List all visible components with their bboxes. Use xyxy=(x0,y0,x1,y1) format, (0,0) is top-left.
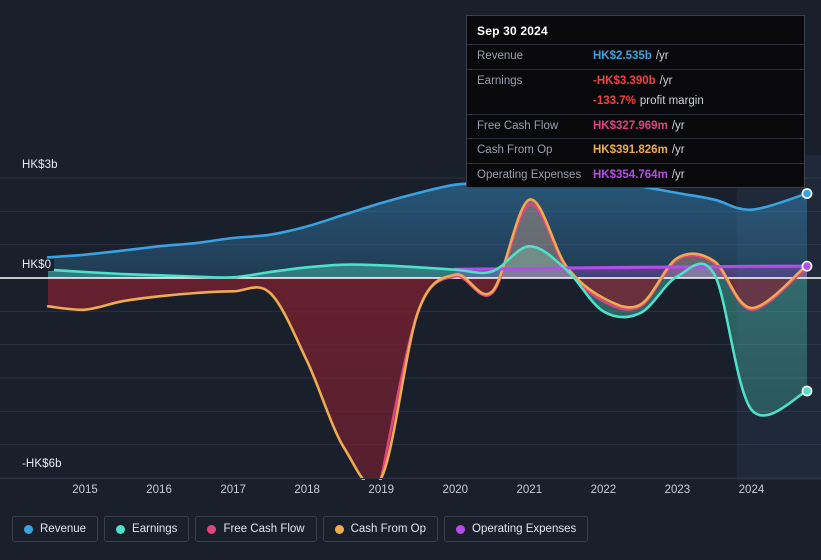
x-axis-tick: 2021 xyxy=(516,484,543,496)
legend-item-cash-from-op[interactable]: Cash From Op xyxy=(322,516,439,542)
y-axis-label-zero: HK$0 xyxy=(22,259,55,271)
tooltip-row: Earnings -HK$3.390b/yr xyxy=(467,68,804,94)
x-axis-tick: 2018 xyxy=(294,484,320,496)
legend-item-label: Operating Expenses xyxy=(472,523,577,535)
x-axis-tick: 2023 xyxy=(664,484,691,496)
tooltip-row-suffix: /yr xyxy=(671,119,685,132)
tooltip-row: -133.7% profit margin xyxy=(467,93,804,114)
x-axis-tick: 2015 xyxy=(72,484,98,496)
x-axis-tick: 2019 xyxy=(368,484,395,496)
data-tooltip: Sep 30 2024 Revenue HK$2.535b/yr Earnings -… xyxy=(466,15,805,189)
legend-item-revenue[interactable]: Revenue xyxy=(12,516,99,542)
legend-item-label: Revenue xyxy=(40,523,87,535)
legend-item-label: Cash From Op xyxy=(350,523,427,535)
tooltip-row-value: HK$327.969m xyxy=(593,119,668,132)
tooltip-row-value: -HK$3.390b xyxy=(593,74,656,87)
x-axis-tick: 2024 xyxy=(738,484,765,496)
tooltip-row-label: Cash From Op xyxy=(477,144,553,157)
earnings-end-marker xyxy=(801,385,813,397)
tooltip-row-suffix: /yr xyxy=(671,144,685,157)
tooltip-row-value: HK$354.764m xyxy=(593,168,668,181)
x-axis-tick: 2016 xyxy=(146,484,172,496)
legend-swatch-icon xyxy=(116,524,126,534)
legend-item-label: Earnings xyxy=(132,523,178,535)
tooltip-row-suffix: /yr xyxy=(659,74,673,87)
legend-swatch-icon xyxy=(334,524,344,534)
tooltip-rows: Revenue HK$2.535b/yr Earnings -HK$3.390b/yr… xyxy=(467,44,804,187)
plot-area xyxy=(0,155,821,480)
legend-swatch-icon xyxy=(24,524,33,534)
x-axis-tick: 2017 xyxy=(220,484,246,496)
tooltip-row-label: Revenue xyxy=(477,50,524,62)
tooltip-row-label: Operating Expenses xyxy=(477,168,582,181)
plot-svg xyxy=(0,155,821,480)
y-axis-label-bottom: -HK$6b xyxy=(22,458,65,470)
tooltip-row-value: HK$391.826m xyxy=(593,144,668,157)
legend-swatch-icon xyxy=(456,524,466,534)
tooltip-row: Cash From Op HK$391.826m/yr xyxy=(467,138,804,163)
y-axis-label-top: HK$3b xyxy=(22,159,61,171)
tooltip-title: Sep 30 2024 xyxy=(477,24,548,38)
tooltip-row-suffix: /yr xyxy=(655,50,669,62)
chart-legend: Revenue Earnings Free Cash Flow Cash From O… xyxy=(12,516,589,542)
tooltip-row-suffix: /yr xyxy=(671,168,685,181)
x-axis-baseline xyxy=(0,478,821,479)
x-axis-tick: 2020 xyxy=(442,484,469,496)
tooltip-row-label: Earnings xyxy=(477,74,523,87)
tooltip-row: Operating Expenses HK$354.764m/yr xyxy=(467,162,804,188)
tooltip-row: Free Cash Flow HK$327.969m/yr xyxy=(467,113,804,139)
operating-expenses-end-marker xyxy=(801,260,813,272)
legend-swatch-icon xyxy=(207,524,217,534)
tooltip-row-suffix: profit margin xyxy=(639,95,704,108)
x-axis-tick: 2022 xyxy=(590,484,617,496)
tooltip-row-label: Free Cash Flow xyxy=(477,119,559,132)
revenue-end-marker xyxy=(801,188,813,199)
tooltip-row-value: HK$2.535b xyxy=(593,50,652,62)
legend-item-earnings[interactable]: Earnings xyxy=(104,516,190,542)
x-axis: 2015 2016 2017 2018 2019 2020 2021 2022 2023 2024 xyxy=(0,478,821,502)
legend-item-operating-expenses[interactable]: Operating Expenses xyxy=(444,516,589,542)
tooltip-row: Revenue HK$2.535b/yr xyxy=(467,44,804,69)
tooltip-row-value: -133.7% xyxy=(593,95,636,108)
legend-item-free-cash-flow[interactable]: Free Cash Flow xyxy=(195,516,317,542)
legend-item-label: Free Cash Flow xyxy=(223,523,305,535)
financial-chart: HK$3b HK$0 -HK$6b 2015 2016 2017 2018 2019 20… xyxy=(0,0,821,560)
